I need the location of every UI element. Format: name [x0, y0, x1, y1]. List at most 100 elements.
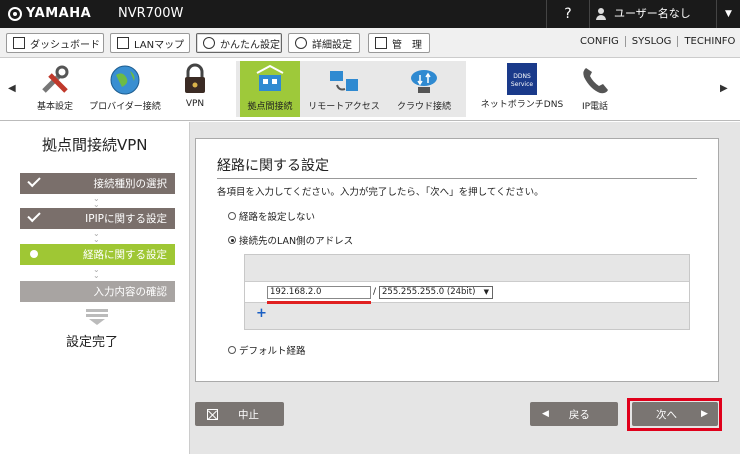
yamaha-logo-icon — [8, 6, 22, 21]
radio-no-route[interactable]: 経路を設定しない — [228, 209, 315, 223]
step-confirm: 入力内容の確認 — [20, 281, 175, 302]
ddns-icon: DDNS Service — [507, 63, 537, 95]
back-button-label: 戻る — [568, 408, 590, 421]
step-complete-label: 設定完了 — [66, 335, 119, 350]
wizard-title: 拠点間接続VPN — [42, 136, 148, 154]
menu-advanced[interactable]: 詳細設定 — [288, 33, 360, 53]
dashboard-icon — [13, 37, 25, 49]
current-step-icon — [30, 250, 38, 258]
menu-management[interactable]: 管 理 — [368, 33, 430, 53]
chevron-down-icon: ▼ — [483, 288, 489, 296]
step-ipip-settings: IPIPに関する設定 — [20, 208, 175, 229]
menu-easy-setup-label: かんたん設定 — [220, 39, 280, 51]
step-connection-type-label: 接続種別の選択 — [93, 178, 168, 190]
chevron-down-icon[interactable]: ▼ — [716, 0, 740, 28]
nav-remote-access-label: リモートアクセス — [308, 102, 380, 112]
wizard-sidebar: 拠点間接続VPN 接続種別の選択 ⌄ ⌄ IPIPに関する設定 ⌄ ⌄ 経路に関する… — [0, 122, 190, 454]
radio-default-route[interactable]: デフォルト経路 — [228, 343, 306, 357]
nav-right-arrow[interactable]: ▶ — [720, 83, 728, 94]
nav-ip-phone[interactable]: IP電話 — [574, 61, 616, 117]
nav-site-connection-label: 拠点間接続 — [247, 102, 293, 112]
wrench-screwdriver-icon — [38, 63, 72, 97]
nav-netvolante-dns[interactable]: DDNS Service ネットボランチDNS — [476, 61, 568, 117]
step-ipip-settings-label: IPIPに関する設定 — [85, 213, 167, 225]
menu-dashboard[interactable]: ダッシュボード — [6, 33, 104, 53]
route-settings-panel: 経路に関する設定 各項目を入力してください。入力が完了したら、「次へ」を押してく… — [195, 138, 719, 382]
main-area: 拠点間接続VPN 接続種別の選択 ⌄ ⌄ IPIPに関する設定 ⌄ ⌄ 経路に関する… — [0, 122, 740, 454]
step-confirm-label: 入力内容の確認 — [93, 286, 168, 298]
gear-icon — [295, 37, 307, 49]
ip-address-input[interactable]: 192.168.2.0 — [267, 286, 371, 299]
help-button[interactable]: ? — [546, 0, 590, 28]
nav-basic-settings[interactable]: 基本設定 — [30, 61, 80, 117]
panel-description: 各項目を入力してください。入力が完了したら、「次へ」を押してください。 — [217, 187, 544, 198]
chevron-down-icon: ⌄ ⌄ — [93, 265, 100, 280]
yamaha-logo: YAMAHA — [8, 6, 91, 21]
nav-vpn[interactable]: VPN — [172, 61, 218, 117]
user-name: ユーザー名なし — [614, 7, 691, 20]
chevron-down-icon: ⌄ ⌄ — [93, 229, 100, 244]
arrow-down-icon — [86, 309, 108, 325]
back-button[interactable]: ◀ 戻る — [530, 402, 618, 426]
next-button-label: 次へ — [656, 408, 677, 421]
syslog-link[interactable]: SYSLOG — [624, 36, 678, 47]
step-connection-type: 接続種別の選択 — [20, 173, 175, 194]
radio-button[interactable] — [228, 346, 236, 354]
function-nav: ◀ 基本設定 プロバイダー接続 VPN 拠点間接続 リモートアクセス クラウド接… — [0, 59, 740, 121]
radio-button-selected[interactable] — [228, 236, 236, 244]
chevron-down-icon: ⌄ ⌄ — [93, 194, 100, 209]
panel-title: 経路に関する設定 — [217, 158, 329, 174]
user-menu[interactable]: ユーザー名なし — [596, 0, 691, 28]
nav-provider[interactable]: プロバイダー接続 — [86, 61, 164, 117]
netmask-value: 255.255.255.0 (24bit) — [382, 287, 476, 297]
site-connection-icon — [253, 63, 287, 97]
radio-lan-address[interactable]: 接続先のLAN側のアドレス — [228, 233, 353, 247]
address-row: 192.168.2.0 / 255.255.255.0 (24bit) ▼ — [245, 281, 689, 304]
utility-links: CONFIG SYSLOG TECHINFO — [574, 36, 740, 47]
easy-setup-icon — [203, 37, 215, 49]
arrow-right-icon: ▶ — [701, 409, 708, 419]
nav-left-arrow[interactable]: ◀ — [8, 83, 16, 94]
nav-vpn-label: VPN — [185, 99, 205, 109]
cancel-button-label: 中止 — [238, 408, 259, 421]
title-divider — [217, 178, 697, 179]
lan-map-icon — [117, 37, 129, 49]
slash-separator: / — [373, 287, 377, 297]
nav-cloud[interactable]: クラウド接続 — [392, 61, 456, 117]
model-name: NVR700W — [118, 6, 184, 21]
radio-default-route-label: デフォルト経路 — [239, 346, 306, 357]
lan-address-box: 192.168.2.0 / 255.255.255.0 (24bit) ▼ + — [244, 254, 690, 330]
menu-bar: ダッシュボード LANマップ かんたん設定 詳細設定 管 理 CONFIG SY… — [0, 28, 740, 58]
menu-dashboard-label: ダッシュボード — [30, 39, 100, 51]
nav-basic-settings-label: 基本設定 — [36, 102, 73, 112]
step-route-settings-label: 経路に関する設定 — [83, 249, 167, 261]
radio-lan-address-label: 接続先のLAN側のアドレス — [239, 236, 354, 247]
check-icon — [27, 208, 41, 223]
ddns-icon-text: DDNS Service — [510, 73, 534, 88]
nav-cloud-label: クラウド接続 — [396, 102, 451, 112]
config-link[interactable]: CONFIG — [574, 36, 625, 47]
nav-remote-access[interactable]: リモートアクセス — [306, 61, 382, 117]
add-row-icon[interactable]: + — [255, 307, 268, 321]
nav-site-connection[interactable]: 拠点間接続 — [240, 61, 300, 117]
cancel-button[interactable]: 中止 — [195, 402, 284, 426]
netmask-select[interactable]: 255.255.255.0 (24bit) ▼ — [379, 286, 493, 299]
nav-netvolante-dns-label: ネットボランチDNS — [480, 100, 564, 110]
nav-provider-label: プロバイダー接続 — [89, 102, 161, 112]
menu-management-label: 管 理 — [392, 39, 422, 51]
remote-access-icon — [327, 63, 361, 97]
next-button[interactable]: 次へ ▶ — [632, 402, 718, 426]
step-route-settings: 経路に関する設定 — [20, 244, 175, 265]
brand-name: YAMAHA — [26, 6, 92, 21]
globe-icon — [108, 63, 142, 97]
menu-lan-map[interactable]: LANマップ — [110, 33, 190, 53]
user-icon — [596, 8, 606, 20]
arrow-left-icon: ◀ — [542, 409, 549, 419]
menu-easy-setup[interactable]: かんたん設定 — [196, 33, 282, 53]
phone-icon — [578, 63, 612, 97]
check-icon — [27, 173, 41, 188]
radio-no-route-label: 経路を設定しない — [239, 212, 316, 223]
radio-button[interactable] — [228, 212, 236, 220]
techinfo-link[interactable]: TECHINFO — [677, 36, 740, 47]
close-icon — [207, 408, 218, 420]
